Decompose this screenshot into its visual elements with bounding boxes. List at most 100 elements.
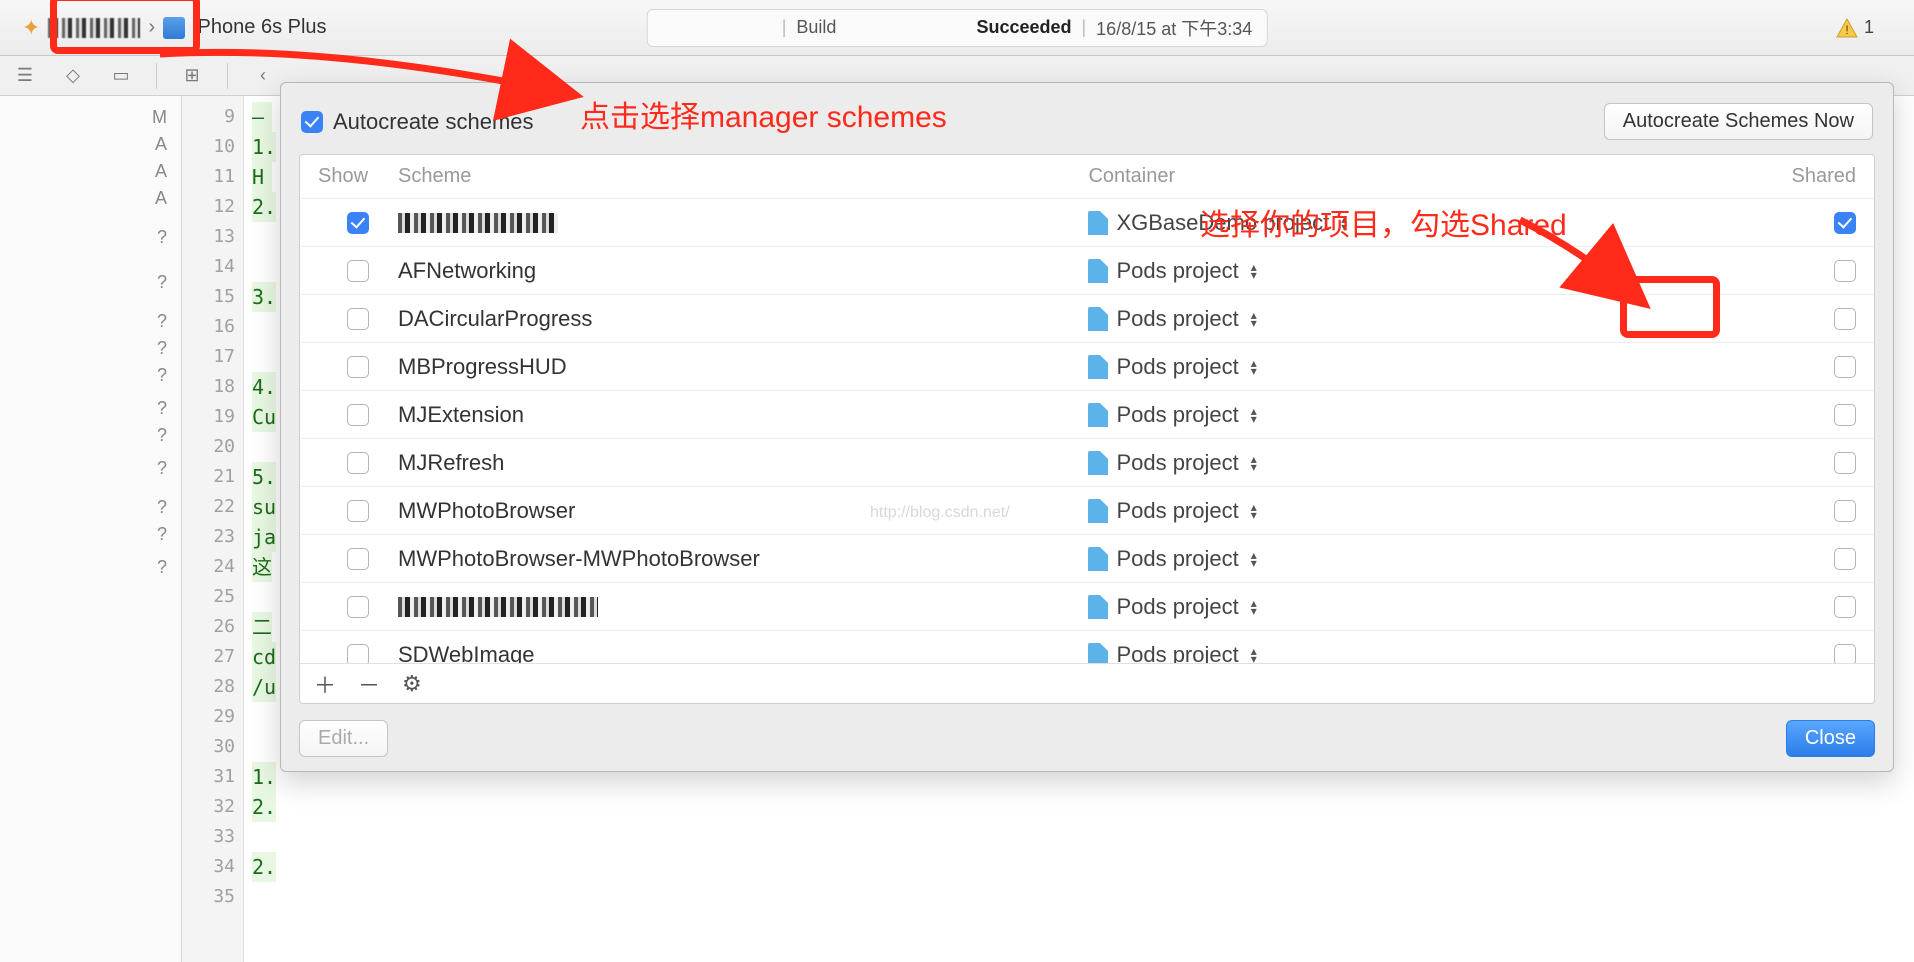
project-icon [1088, 403, 1108, 427]
table-header: Show Scheme Container Shared [300, 155, 1874, 199]
container-name: Pods project [1116, 498, 1238, 524]
autocreate-now-button[interactable]: Autocreate Schemes Now [1604, 103, 1873, 140]
shared-checkbox[interactable] [1834, 212, 1856, 234]
container-stepper[interactable]: ▴▾ [1341, 215, 1347, 231]
scheme-name: MJExtension [398, 402, 524, 428]
shared-checkbox[interactable] [1834, 356, 1856, 378]
container-name: Pods project [1116, 354, 1238, 380]
comment-icon[interactable]: ▭ [108, 65, 134, 87]
table-row[interactable]: Pods project ▴▾ [300, 583, 1874, 631]
shared-checkbox[interactable] [1834, 308, 1856, 330]
table-row[interactable]: SDWebImage Pods project ▴▾ [300, 631, 1874, 663]
scheme-name-pixelated [398, 213, 558, 233]
container-name: Pods project [1116, 402, 1238, 428]
tag-icon[interactable]: ◇ [60, 65, 86, 87]
project-icon [1088, 595, 1108, 619]
header-shared: Shared [1746, 165, 1856, 188]
show-checkbox[interactable] [347, 548, 369, 570]
container-name: Pods project [1116, 594, 1238, 620]
scheme-name: SDWebImage [398, 642, 535, 664]
show-checkbox[interactable] [347, 356, 369, 378]
shared-checkbox[interactable] [1834, 500, 1856, 522]
table-row[interactable]: MWPhotoBrowser-MWPhotoBrowser Pods projec… [300, 535, 1874, 583]
scheme-settings-button[interactable]: ⚙ [402, 671, 422, 697]
related-items-icon[interactable]: ☰ [12, 65, 38, 87]
add-scheme-button[interactable]: ＋ [314, 668, 336, 700]
table-row[interactable]: XGBaseDemo project ▴▾ [300, 199, 1874, 247]
project-name-pixelated [662, 19, 772, 37]
shared-checkbox[interactable] [1834, 644, 1856, 664]
table-row[interactable]: AFNetworkingPods project▴▾ [300, 247, 1874, 295]
container-stepper[interactable]: ▴▾ [1251, 647, 1257, 663]
line-gutter: 9101112131415161718192021222324252627282… [182, 96, 244, 962]
header-show: Show [318, 165, 398, 188]
grid-icon[interactable]: ⊞ [179, 65, 205, 87]
project-icon [1088, 259, 1108, 283]
scheme-name: MWPhotoBrowser [398, 498, 575, 524]
table-row[interactable]: MBProgressHUDPods project▴▾ [300, 343, 1874, 391]
scheme-name: AFNetworking [398, 258, 536, 284]
project-icon [1088, 355, 1108, 379]
warnings-indicator[interactable]: ! 1 [1836, 17, 1874, 38]
shared-checkbox[interactable] [1834, 548, 1856, 570]
manage-schemes-sheet: Autocreate schemes Autocreate Schemes No… [280, 82, 1894, 772]
scheme-name-pixelated [398, 597, 598, 617]
target-name-pixelated [846, 19, 966, 37]
scheme-name: MJRefresh [398, 450, 504, 476]
project-icon [1088, 211, 1108, 235]
build-label: Build [796, 17, 836, 38]
schemes-table: Show Scheme Container Shared XGBaseDemo … [299, 154, 1875, 704]
show-checkbox[interactable] [347, 500, 369, 522]
show-checkbox[interactable] [347, 404, 369, 426]
device-label: iPhone 6s Plus [193, 16, 326, 39]
close-button[interactable]: Close [1786, 720, 1875, 757]
container-stepper[interactable]: ▴▾ [1251, 503, 1257, 519]
table-row[interactable]: MWPhotoBrowser Pods project ▴▾ [300, 487, 1874, 535]
container-name: Pods project [1116, 450, 1238, 476]
container-stepper[interactable]: ▴▾ [1251, 263, 1257, 279]
project-icon [1088, 643, 1108, 664]
remove-scheme-button[interactable]: － [358, 668, 380, 700]
xcode-toolbar: ✦ › iPhone 6s Plus | Build Succeeded | 1… [0, 0, 1914, 56]
table-row[interactable]: MJExtension Pods project ▴▾ [300, 391, 1874, 439]
warnings-count: 1 [1864, 17, 1874, 38]
source-control-col: MAAA??????????? [0, 96, 182, 962]
scheme-name: MWPhotoBrowser-MWPhotoBrowser [398, 546, 760, 572]
shared-checkbox[interactable] [1834, 452, 1856, 474]
scheme-selector[interactable]: ✦ › iPhone 6s Plus [12, 11, 337, 45]
build-result: Succeeded [976, 17, 1071, 38]
container-name: Pods project [1116, 642, 1238, 664]
scheme-name-pixelated [48, 18, 140, 38]
shared-checkbox[interactable] [1834, 596, 1856, 618]
container-stepper[interactable]: ▴▾ [1251, 359, 1257, 375]
scheme-name: DACircularProgress [398, 306, 592, 332]
table-row[interactable]: MJRefresh Pods project ▴▾ [300, 439, 1874, 487]
container-name: Pods project [1116, 306, 1238, 332]
container-name: Pods project [1116, 546, 1238, 572]
project-icon [1088, 451, 1108, 475]
container-stepper[interactable]: ▴▾ [1251, 455, 1257, 471]
table-row[interactable]: DACircularProgress Pods project ▴▾ [300, 295, 1874, 343]
show-checkbox[interactable] [347, 308, 369, 330]
container-stepper[interactable]: ▴▾ [1251, 407, 1257, 423]
project-icon [1088, 547, 1108, 571]
build-status-bar: | Build Succeeded | 16/8/15 at 下午3:34 [647, 9, 1268, 47]
autocreate-checkbox[interactable] [301, 111, 323, 133]
container-stepper[interactable]: ▴▾ [1251, 311, 1257, 327]
show-checkbox[interactable] [347, 452, 369, 474]
build-date: 16/8/15 at 下午3:34 [1096, 15, 1252, 41]
shared-checkbox[interactable] [1834, 404, 1856, 426]
container-stepper[interactable]: ▴▾ [1251, 599, 1257, 615]
show-checkbox[interactable] [347, 260, 369, 282]
back-icon[interactable]: ‹ [250, 65, 276, 87]
show-checkbox[interactable] [347, 596, 369, 618]
edit-button[interactable]: Edit... [299, 720, 388, 757]
device-icon [163, 17, 185, 39]
shared-checkbox[interactable] [1834, 260, 1856, 282]
header-container: Container [1088, 165, 1746, 188]
container-stepper[interactable]: ▴▾ [1251, 551, 1257, 567]
container-name: XGBaseDemo project [1116, 210, 1329, 236]
show-checkbox[interactable] [347, 644, 369, 664]
project-icon [1088, 307, 1108, 331]
show-checkbox[interactable] [347, 212, 369, 234]
